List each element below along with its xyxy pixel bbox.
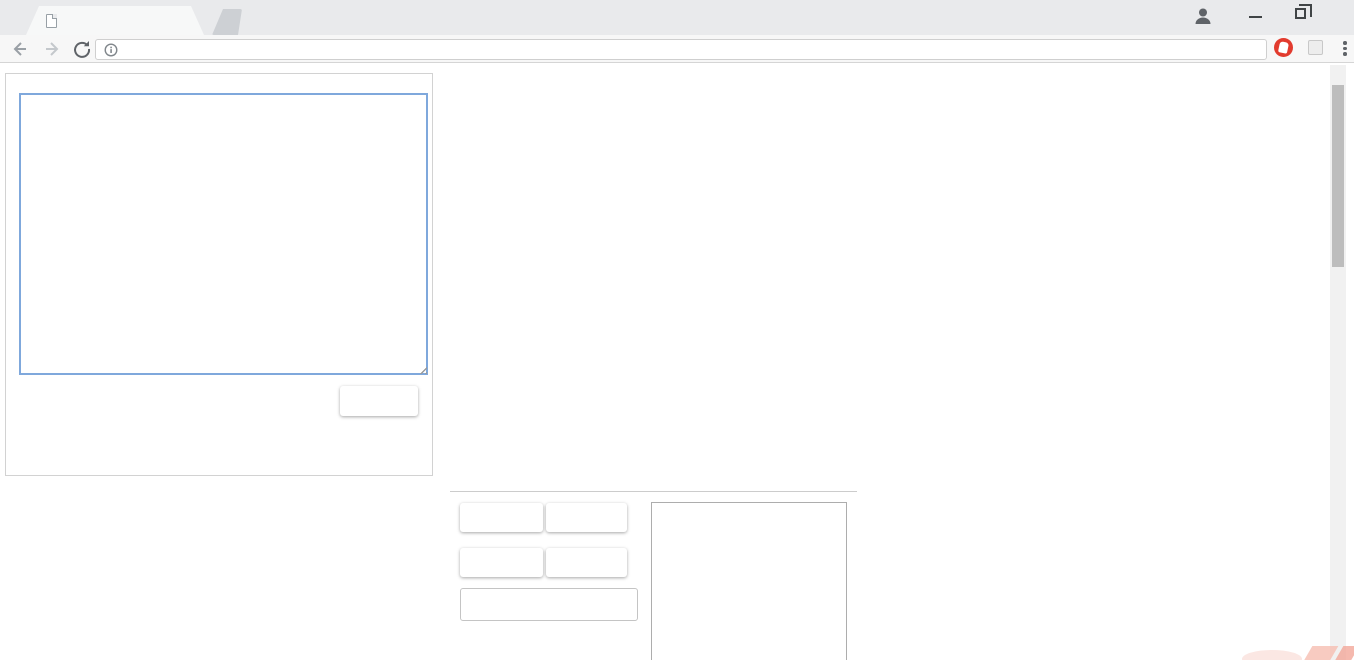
scrollbar-thumb[interactable] [1332, 85, 1344, 267]
page-favicon-icon [46, 14, 57, 28]
extension-check-icon[interactable] [1308, 40, 1323, 55]
page-info-icon[interactable] [104, 43, 118, 57]
output-box [651, 502, 847, 660]
restore-button[interactable] [1295, 8, 1306, 19]
exportmap-button[interactable] [546, 503, 627, 532]
url-bar[interactable] [95, 39, 1267, 60]
browser-titlebar [0, 0, 1354, 35]
new-tab-button[interactable] [212, 9, 242, 35]
back-icon[interactable] [10, 39, 30, 59]
browser-menu-icon[interactable] [1343, 39, 1347, 59]
profile-icon[interactable] [1192, 5, 1214, 27]
browser-window [0, 0, 1354, 660]
minimize-button[interactable] [1249, 16, 1262, 18]
extension-adblock-icon[interactable] [1274, 38, 1293, 57]
divider [450, 491, 857, 492]
reload-icon[interactable] [72, 39, 92, 59]
browser-tab[interactable] [26, 6, 204, 35]
forward-icon[interactable] [42, 39, 62, 59]
clearmap-button[interactable] [460, 503, 543, 532]
map-matrix-textarea[interactable] [19, 93, 428, 375]
write-button[interactable] [546, 548, 627, 577]
filename-input[interactable] [460, 588, 638, 621]
map-canvas[interactable] [450, 65, 866, 481]
read-button[interactable] [460, 548, 543, 577]
tileset-canvas[interactable] [895, 65, 1316, 660]
copymap-button[interactable] [340, 386, 418, 416]
scrollbar-up-icon[interactable] [1330, 67, 1346, 81]
